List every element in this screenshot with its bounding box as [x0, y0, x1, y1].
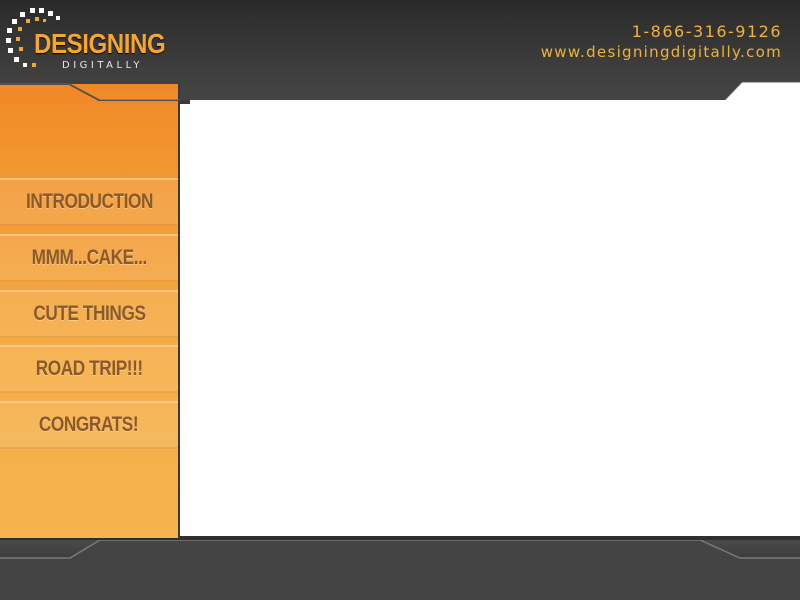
website-link[interactable]: www.designingdigitally.com: [541, 42, 782, 62]
nav-item-label: ROAD TRIP!!!: [35, 357, 143, 380]
nav-item-road-trip[interactable]: ROAD TRIP!!!: [0, 345, 178, 393]
nav-item-cake[interactable]: MMM...CAKE...: [0, 234, 178, 282]
header-ridge: [0, 83, 190, 104]
phone-number: 1-866-316-9126: [631, 22, 782, 41]
brand-name-primary: DESIGNING: [34, 28, 166, 59]
nav-item-introduction[interactable]: INTRODUCTION: [0, 178, 178, 226]
nav-item-label: CUTE THINGS: [32, 302, 146, 325]
nav-item-cute-things[interactable]: CUTE THINGS: [0, 290, 178, 338]
nav-item-label: INTRODUCTION: [25, 190, 153, 213]
nav-item-label: CONGRATS!: [39, 413, 139, 436]
brand-name-secondary: DIGITALLY: [62, 60, 143, 71]
footer-bar: [0, 540, 800, 600]
nav-item-congrats[interactable]: CONGRATS!: [0, 401, 178, 449]
contact-info: 1-866-316-9126 www.designingdigitally.co…: [541, 22, 782, 62]
brand-logo: DESIGNING DIGITALLY: [4, 6, 166, 71]
sidebar: INTRODUCTION MMM...CAKE... CUTE THINGS R…: [0, 84, 180, 538]
nav-item-label: MMM...CAKE...: [31, 246, 147, 269]
footer-ridge: [0, 540, 800, 600]
content-area: [180, 100, 800, 536]
